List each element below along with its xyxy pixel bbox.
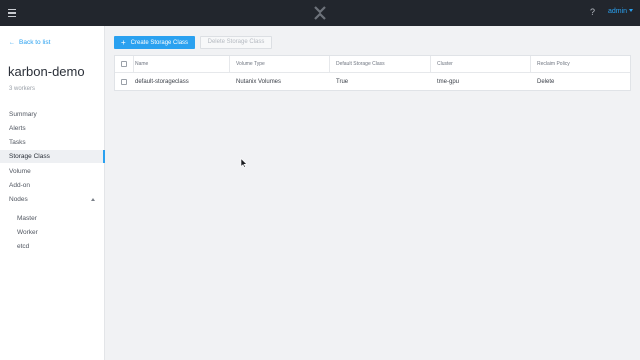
cluster-title: karbon-demo — [8, 64, 85, 79]
menu-icon[interactable] — [6, 7, 18, 19]
delete-storage-class-button[interactable]: Delete Storage Class — [200, 36, 272, 49]
back-label: Back to list — [19, 39, 51, 46]
sidebar-item-volume[interactable]: Volume — [0, 165, 105, 178]
plus-icon: + — [121, 38, 126, 47]
cell-cluster: tme-gpu — [437, 79, 460, 85]
cell-name: default-storageclass — [135, 79, 189, 85]
column-divider — [133, 56, 134, 73]
sidebar-item-tasks[interactable]: Tasks — [0, 136, 105, 149]
sidebar-subitem-master[interactable]: Master — [0, 212, 105, 225]
column-header-reclaim-policy[interactable]: Reclaim Policy — [537, 56, 570, 73]
cell-volume-type: Nutanix Volumes — [236, 79, 282, 85]
workers-count: 3 workers — [9, 86, 36, 92]
column-divider — [430, 56, 431, 73]
storage-class-table: Name Volume Type Default Storage Class C… — [114, 55, 631, 91]
sidebar-subitem-worker[interactable]: Worker — [0, 226, 105, 239]
select-all-checkbox[interactable] — [121, 61, 127, 67]
column-header-default-storage-class[interactable]: Default Storage Class — [336, 56, 385, 73]
user-menu[interactable]: admin — [608, 8, 634, 15]
table-header: Name Volume Type Default Storage Class C… — [115, 56, 630, 73]
top-bar: ? admin — [0, 0, 640, 26]
sidebar-item-add-on[interactable]: Add-on — [0, 179, 105, 192]
column-divider — [329, 56, 330, 73]
column-header-name[interactable]: Name — [135, 56, 148, 73]
table-row[interactable]: default-storageclass Nutanix Volumes Tru… — [115, 74, 630, 91]
help-button[interactable]: ? — [590, 7, 595, 17]
sidebar-item-summary[interactable]: Summary — [0, 108, 105, 121]
arrow-left-icon: ← — [9, 40, 15, 46]
row-checkbox[interactable] — [121, 79, 127, 85]
sidebar-item-alerts[interactable]: Alerts — [0, 122, 105, 135]
back-to-list-link[interactable]: ← Back to list — [9, 39, 50, 46]
sidebar-item-storage-class[interactable]: Storage Class — [0, 150, 105, 163]
create-storage-class-button[interactable]: + Create Storage Class — [114, 36, 195, 49]
caret-down-icon — [629, 9, 634, 12]
chevron-up-icon — [91, 198, 95, 201]
column-header-cluster[interactable]: Cluster — [437, 56, 453, 73]
column-header-volume-type[interactable]: Volume Type — [236, 56, 265, 73]
user-name: admin — [608, 8, 628, 15]
column-divider — [530, 56, 531, 73]
sidebar-subitem-etcd[interactable]: etcd — [0, 240, 105, 253]
create-label: Create Storage Class — [130, 40, 189, 46]
cell-default-storage-class: True — [336, 79, 349, 85]
nutanix-x-logo — [314, 6, 326, 20]
sidebar-item-nodes[interactable]: Nodes — [0, 193, 105, 206]
sidebar: ← Back to list karbon-demo 3 workers Summ… — [0, 26, 105, 360]
mouse-cursor-icon — [240, 158, 248, 168]
cell-reclaim-policy: Delete — [537, 79, 555, 85]
column-divider — [229, 56, 230, 73]
nodes-label: Nodes — [9, 196, 28, 203]
